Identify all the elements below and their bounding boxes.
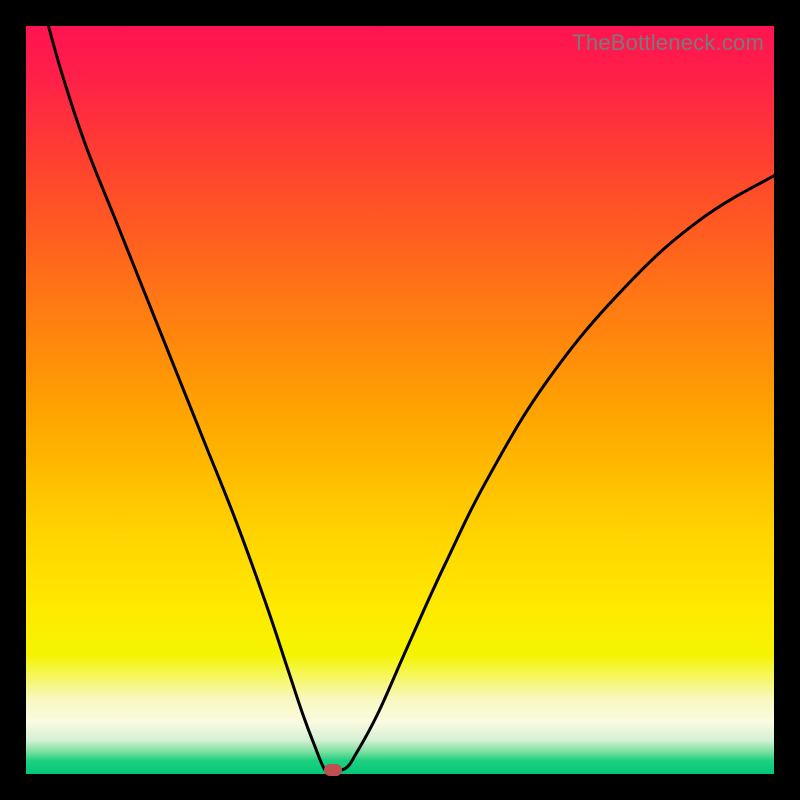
plot-area: TheBottleneck.com xyxy=(26,26,774,774)
bottleneck-curve xyxy=(48,26,774,773)
curve-svg xyxy=(26,26,774,774)
optimal-point-marker xyxy=(324,764,342,776)
chart-frame: TheBottleneck.com xyxy=(0,0,800,800)
